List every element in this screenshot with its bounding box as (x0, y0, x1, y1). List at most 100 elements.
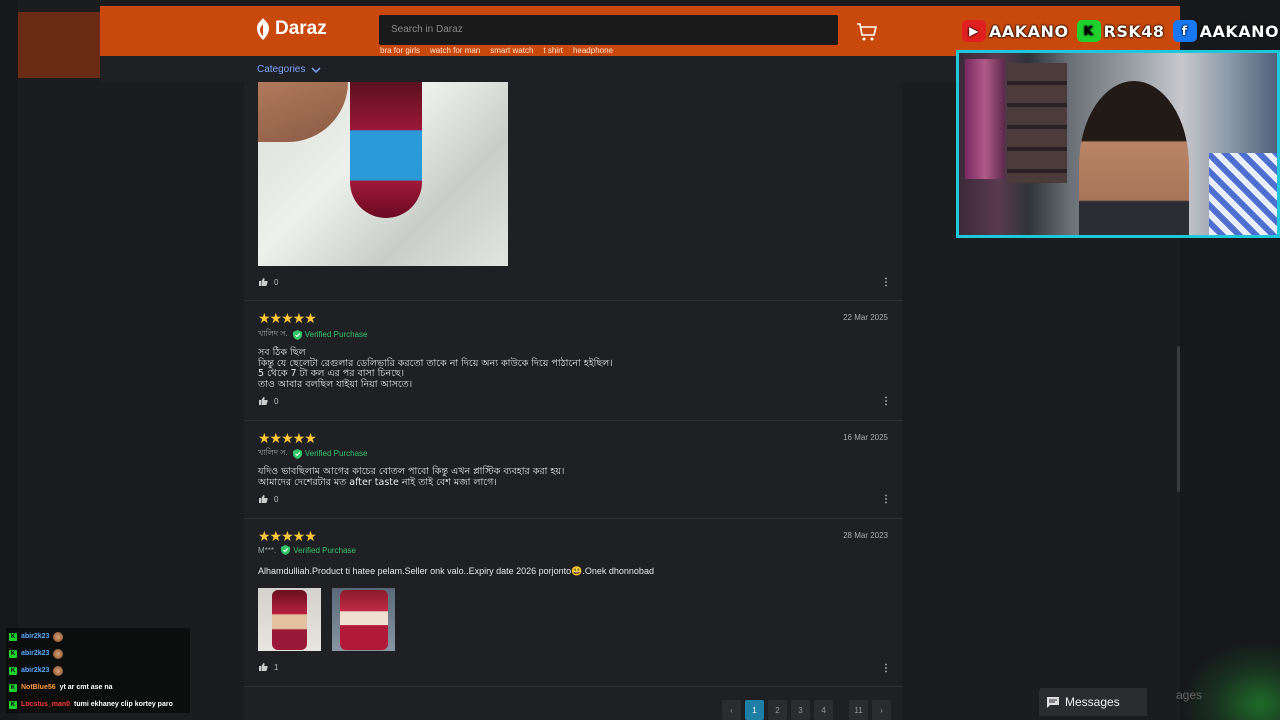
review-date: 16 Mar 2025 (843, 433, 888, 442)
page-button[interactable]: 1 (745, 700, 764, 720)
youtube-handle: AAKANO (989, 21, 1069, 41)
next-page-button[interactable]: › (872, 700, 891, 720)
youtube-badge: ▶ AAKANO (962, 20, 1069, 42)
kick-icon: K (1076, 20, 1101, 42)
review-line: আমাদের দেশেরটার মত after taste নাই তাই ব… (258, 476, 497, 488)
like-count: 0 (274, 494, 279, 504)
facebook-icon: f (1172, 20, 1197, 42)
review-text: যদিও ভাবছিলাম আগের কাচের বোতল পাবো কিন্ত… (258, 466, 565, 488)
page-button[interactable]: 4 (814, 700, 833, 720)
shield-check-icon (281, 545, 291, 555)
review-line: তাও আবার বলছিল যাইয়া নিয়া আসতে। (258, 378, 413, 390)
scrollbar[interactable] (1177, 346, 1180, 492)
chat-text: yt ar cmt ase na (59, 684, 113, 691)
kick-badge: K RSK48 (1076, 20, 1165, 42)
overlay-block (18, 12, 100, 78)
review-divider (244, 518, 902, 519)
emote-icon (53, 631, 64, 642)
verified-label: Verified Purchase (304, 330, 368, 339)
suggestion-link[interactable]: t shirt (543, 46, 563, 55)
thumbs-up-icon[interactable] (258, 662, 268, 672)
emote-icon (53, 665, 64, 676)
review-line: Alhamdulliah.Product ti hatee pelam.Sell… (258, 566, 654, 576)
review-author: M***. (258, 545, 277, 555)
facebook-handle: AAKANO (1199, 21, 1280, 41)
more-options-icon[interactable]: ⋮ (881, 664, 891, 674)
review-date: 22 Mar 2025 (843, 313, 888, 322)
search-suggestions: bra for girls watch for man smart watch … (380, 46, 613, 55)
logo-text: Daraz (275, 18, 327, 39)
page-button[interactable]: 2 (768, 700, 787, 720)
chat-username: Locstus_man0 (21, 701, 71, 708)
cart-icon[interactable] (856, 22, 878, 47)
shield-check-icon (292, 448, 302, 459)
categories-dropdown[interactable]: Categories (257, 64, 321, 75)
review-divider (244, 420, 902, 421)
verified-badge: Verified Purchase (292, 448, 368, 459)
verified-label: Verified Purchase (304, 449, 368, 458)
review-date: 28 Mar 2023 (843, 531, 888, 540)
thumbs-up-icon[interactable] (258, 277, 268, 287)
verified-label: Verified Purchase (293, 545, 356, 555)
suggestion-link[interactable]: watch for man (430, 46, 480, 55)
review-text: সব ঠিক ছিল কিন্তু যে ছেলেটা রেগুলার ডেলি… (258, 347, 613, 390)
review-line: সব ঠিক ছিল (258, 347, 306, 358)
overlay-glow (1180, 640, 1280, 720)
daraz-logo-icon (257, 18, 269, 40)
review-divider (244, 686, 902, 687)
thumbs-up-icon[interactable] (258, 396, 268, 406)
prev-page-button[interactable]: ‹ (722, 700, 741, 720)
like-count: 0 (274, 277, 279, 287)
messages-button[interactable]: Messages (1039, 688, 1147, 716)
page-button[interactable]: 11 (849, 700, 868, 720)
stream-socials: ▶ AAKANO K RSK48 f AAKANO (962, 20, 1279, 42)
chat-message: K Locstus_man0 tumi ekhaney clip kortey … (6, 696, 190, 713)
review-line: 5 থেকে 7 টা কল এর পর বাসা চিনছে। (258, 368, 405, 379)
chat-message: K abir2k23 (6, 645, 190, 662)
emote-icon (53, 648, 64, 659)
webcam-overlay (956, 50, 1280, 238)
kick-icon: K (9, 700, 17, 709)
chat-bubble-icon (1047, 696, 1059, 708)
rating-stars: ★★★★★ (258, 310, 317, 326)
more-options-icon[interactable]: ⋮ (881, 495, 891, 505)
review-author: খালিদ স. (258, 329, 288, 338)
kick-icon: K (9, 632, 17, 641)
chat-username: abir2k23 (21, 667, 50, 674)
like-count: 0 (274, 396, 279, 406)
thumbs-up-icon[interactable] (258, 494, 268, 504)
review-thumbnail[interactable] (258, 588, 321, 651)
review-thumbnail[interactable] (332, 588, 395, 651)
chat-username: abir2k23 (21, 633, 50, 640)
suggestion-link[interactable]: bra for girls (380, 46, 420, 55)
rating-stars: ★★★★★ (258, 528, 317, 544)
more-options-icon[interactable]: ⋮ (881, 397, 891, 407)
review-line: যদিও ভাবছিলাম আগের কাচের বোতল পাবো কিন্ত… (258, 466, 565, 477)
shield-check-icon (292, 329, 302, 340)
more-options-icon[interactable]: ⋮ (881, 278, 891, 288)
review-author: খালিদ স. (258, 448, 288, 457)
pagination: ‹ 1 2 3 4 11 › (722, 700, 891, 720)
review-text: Alhamdulliah.Product ti hatee pelam.Sell… (258, 566, 654, 577)
like-row: 0 (258, 277, 278, 287)
like-row: 0 (258, 494, 278, 504)
review-meta: খালিদ স. Verified Purchase (258, 328, 367, 341)
youtube-icon: ▶ (962, 20, 986, 42)
review-photo[interactable] (258, 82, 508, 266)
like-row: 1 (258, 662, 278, 672)
chat-message: K NotBlue56 yt ar cmt ase na (6, 679, 190, 696)
daraz-logo[interactable]: Daraz (255, 18, 327, 40)
like-row: 0 (258, 396, 278, 406)
pagination-ellipsis (837, 700, 845, 720)
kick-icon: K (9, 683, 17, 692)
suggestion-link[interactable]: smart watch (490, 46, 533, 55)
messages-label: Messages (1065, 695, 1120, 709)
suggestion-link[interactable]: headphone (573, 46, 613, 55)
stream-chat-overlay: K abir2k23 K abir2k23 K abir2k23 K NotBl… (6, 628, 190, 713)
page-button[interactable]: 3 (791, 700, 810, 720)
like-count: 1 (274, 662, 279, 672)
rating-stars: ★★★★★ (258, 430, 317, 446)
verified-badge: Verified Purchase (292, 329, 368, 340)
search-input[interactable]: Search in Daraz (379, 15, 838, 45)
kick-icon: K (9, 649, 17, 658)
